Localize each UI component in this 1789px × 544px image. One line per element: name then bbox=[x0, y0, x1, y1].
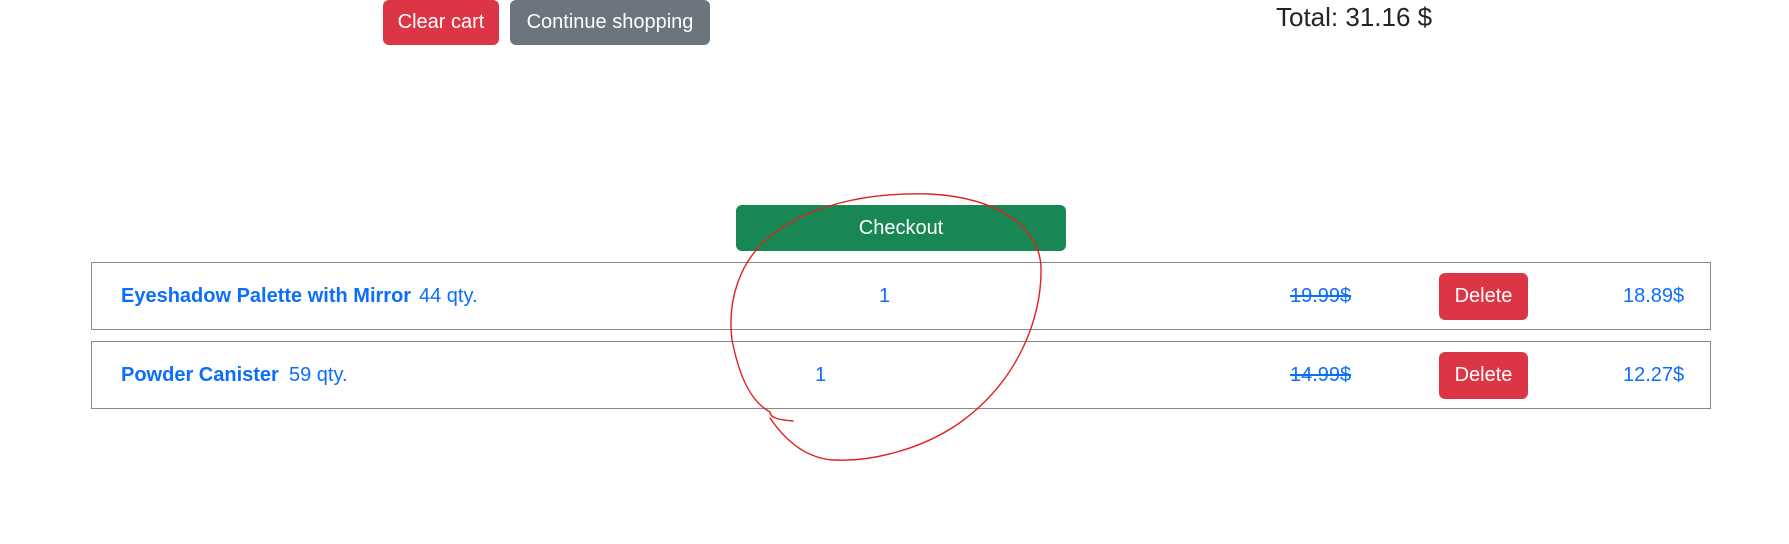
cart-item-name-link[interactable]: Eyeshadow Palette with Mirror bbox=[121, 263, 411, 329]
cart-item-price: 12.27$ bbox=[1623, 363, 1685, 386]
delete-item-button[interactable]: Delete bbox=[1439, 273, 1528, 320]
cart-item-old-price: 19.99$ bbox=[1290, 284, 1352, 307]
cart-item-stock: 44 qty. bbox=[419, 284, 478, 307]
cart-item-name-link[interactable]: Powder Canister bbox=[121, 342, 279, 408]
cart-item-old-price: 14.99$ bbox=[1290, 363, 1352, 386]
cart-total: Total: 31.16 $ bbox=[1276, 2, 1433, 32]
cart-item-quantity: 1 bbox=[815, 363, 827, 386]
cart-item-price: 18.89$ bbox=[1623, 284, 1685, 307]
cart-item-row: Eyeshadow Palette with Mirror 44 qty. 1 … bbox=[91, 262, 1711, 330]
cart-page: Clear cart Continue shopping Total: 31.1… bbox=[0, 0, 1789, 544]
continue-shopping-button[interactable]: Continue shopping bbox=[510, 0, 710, 45]
clear-cart-button[interactable]: Clear cart bbox=[383, 0, 499, 45]
cart-item-row: Powder Canister 59 qty. 1 14.99$ Delete … bbox=[91, 341, 1711, 409]
delete-item-button[interactable]: Delete bbox=[1439, 352, 1528, 399]
cart-item-quantity: 1 bbox=[879, 284, 891, 307]
cart-item-stock: 59 qty. bbox=[289, 363, 348, 386]
checkout-button[interactable]: Checkout bbox=[736, 205, 1066, 251]
